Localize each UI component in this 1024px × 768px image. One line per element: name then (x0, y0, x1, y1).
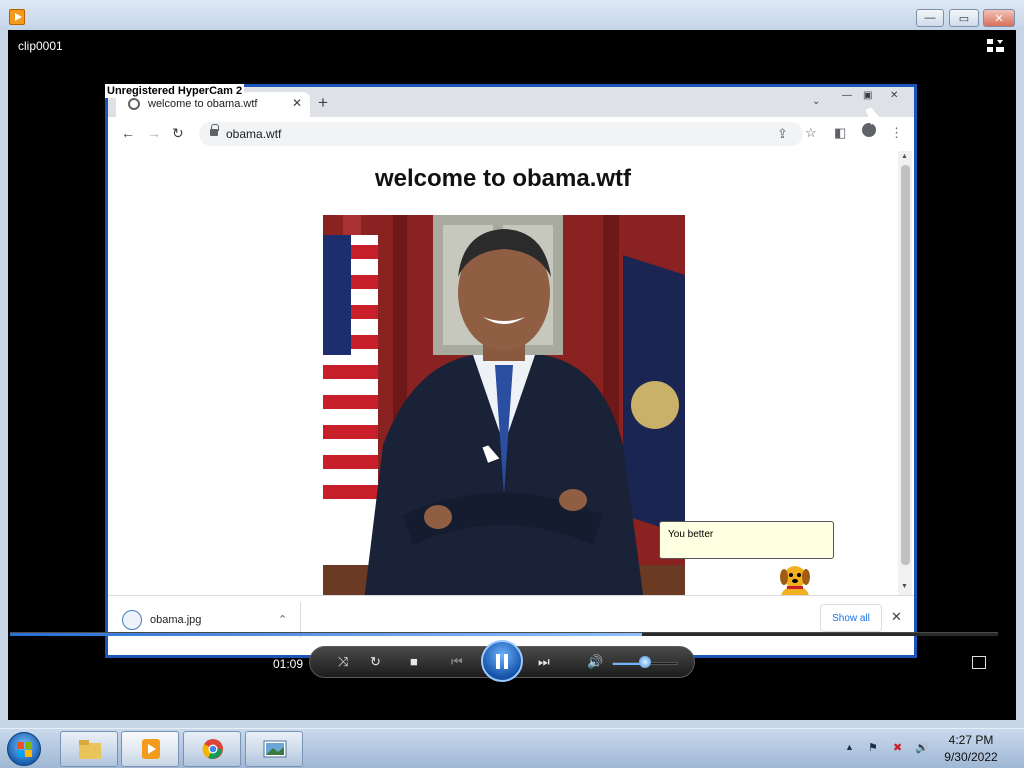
new-tab-button[interactable]: + (318, 93, 328, 113)
page-heading: welcome to obama.wtf (374, 165, 632, 192)
menu-icon[interactable]: ⋮ (890, 125, 903, 141)
page-content: welcome to obama.wtf ▲ ▼ You better (108, 151, 914, 609)
back-icon[interactable]: ← (121, 125, 135, 141)
clip-title: clip0001 (18, 39, 63, 53)
download-filename[interactable]: obama.jpg (150, 614, 201, 626)
show-all-button[interactable]: Show all (820, 604, 882, 632)
shuffle-icon[interactable]: ⤨ (338, 654, 348, 670)
volume-knob[interactable] (639, 656, 651, 668)
fullscreen-icon[interactable] (972, 656, 986, 669)
stop-icon[interactable]: ■ (410, 654, 418, 669)
elapsed-time: 01:09 (273, 657, 304, 671)
chevron-up-icon[interactable]: ⌃ (278, 613, 287, 626)
repeat-icon[interactable]: ↻ (370, 654, 381, 670)
taskbar-file-explorer[interactable] (60, 731, 118, 767)
bookmark-star-icon[interactable]: ☆ (805, 125, 817, 141)
browser-close-icon[interactable]: ✕ (890, 90, 898, 101)
portrait-photo (323, 215, 685, 609)
previous-icon[interactable]: ⏮ (451, 654, 463, 670)
chrome-icon (202, 739, 223, 759)
media-player-icon (9, 9, 25, 25)
close-button[interactable]: ✕ (983, 9, 1015, 27)
volume-icon[interactable]: 🔊 (587, 654, 603, 670)
media-player-icon (142, 739, 160, 759)
lock-icon (210, 124, 219, 136)
network-icon[interactable]: ✖ (893, 741, 907, 755)
tab-search-icon[interactable]: ⌄ (812, 96, 820, 107)
video-area: clip0001 Unregistered HyperCam 2 welcome… (8, 30, 1016, 720)
side-panel-icon[interactable]: ◧ (834, 125, 846, 141)
show-hidden-icons-icon[interactable]: ▲ (845, 742, 854, 752)
recorded-browser-window: welcome to obama.wtf ✕ + ⌄ — ▣ ✕ ← → ↻ o… (105, 84, 917, 658)
pause-button[interactable] (481, 640, 523, 682)
window-titlebar[interactable]: — ▭ ✕ (0, 0, 1024, 30)
download-item[interactable]: obama.jpg ⌃ (122, 610, 304, 632)
seek-bar[interactable] (10, 632, 998, 636)
hypercam-watermark: Unregistered HyperCam 2 (105, 84, 245, 98)
reload-icon[interactable]: ↻ (172, 125, 184, 142)
image-file-icon (122, 610, 142, 630)
globe-icon (128, 98, 140, 110)
address-bar[interactable]: obama.wtf ⇪ (199, 122, 803, 146)
switch-to-library-icon[interactable] (987, 39, 1004, 53)
profile-icon[interactable] (862, 123, 876, 137)
scroll-up-icon[interactable]: ▲ (901, 153, 908, 160)
seek-progress (10, 633, 643, 636)
close-download-shelf-button[interactable]: ✕ (891, 609, 902, 625)
taskbar-media-player[interactable] (121, 731, 179, 767)
scroll-down-icon[interactable]: ▼ (901, 583, 908, 590)
pause-icon (504, 654, 508, 669)
forward-icon[interactable]: → (147, 125, 161, 141)
url-text[interactable]: obama.wtf (226, 127, 281, 141)
taskbar-photo-viewer[interactable] (245, 731, 303, 767)
browser-toolbar: ← → ↻ obama.wtf ⇪ ☆ ◧ ⋮ (108, 117, 914, 151)
volume-tray-icon[interactable]: 🔊 (915, 741, 929, 755)
action-center-icon[interactable]: ⚑ (868, 741, 882, 755)
taskbar-chrome[interactable] (183, 731, 241, 767)
clock-time[interactable]: 4:27 PM (938, 733, 1004, 747)
maximize-button[interactable]: ▭ (949, 9, 979, 27)
taskbar: ▲ ⚑ ✖ 🔊 4:27 PM 9/30/2022 (0, 728, 1024, 768)
tab-title: welcome to obama.wtf (148, 98, 258, 110)
next-icon[interactable]: ⏭ (538, 654, 550, 670)
speech-bubble: You better (659, 521, 834, 559)
browser-maximize-icon[interactable]: ▣ (863, 90, 872, 101)
photo-viewer-icon (263, 740, 287, 758)
clock-date[interactable]: 9/30/2022 (938, 750, 1004, 764)
media-player-window: — ▭ ✕ clip0001 Unregistered HyperCam 2 w… (0, 0, 1024, 728)
start-button[interactable] (7, 732, 41, 766)
pause-icon (496, 654, 500, 669)
tab-close-button[interactable]: ✕ (292, 96, 302, 110)
windows-logo-icon (17, 742, 32, 757)
folder-icon (79, 740, 101, 759)
scrollbar-thumb[interactable] (901, 165, 910, 565)
browser-minimize-icon[interactable]: — (842, 90, 852, 101)
share-icon[interactable]: ⇪ (777, 126, 788, 142)
minimize-button[interactable]: — (916, 9, 944, 27)
vertical-scrollbar[interactable]: ▲ ▼ (898, 151, 912, 595)
